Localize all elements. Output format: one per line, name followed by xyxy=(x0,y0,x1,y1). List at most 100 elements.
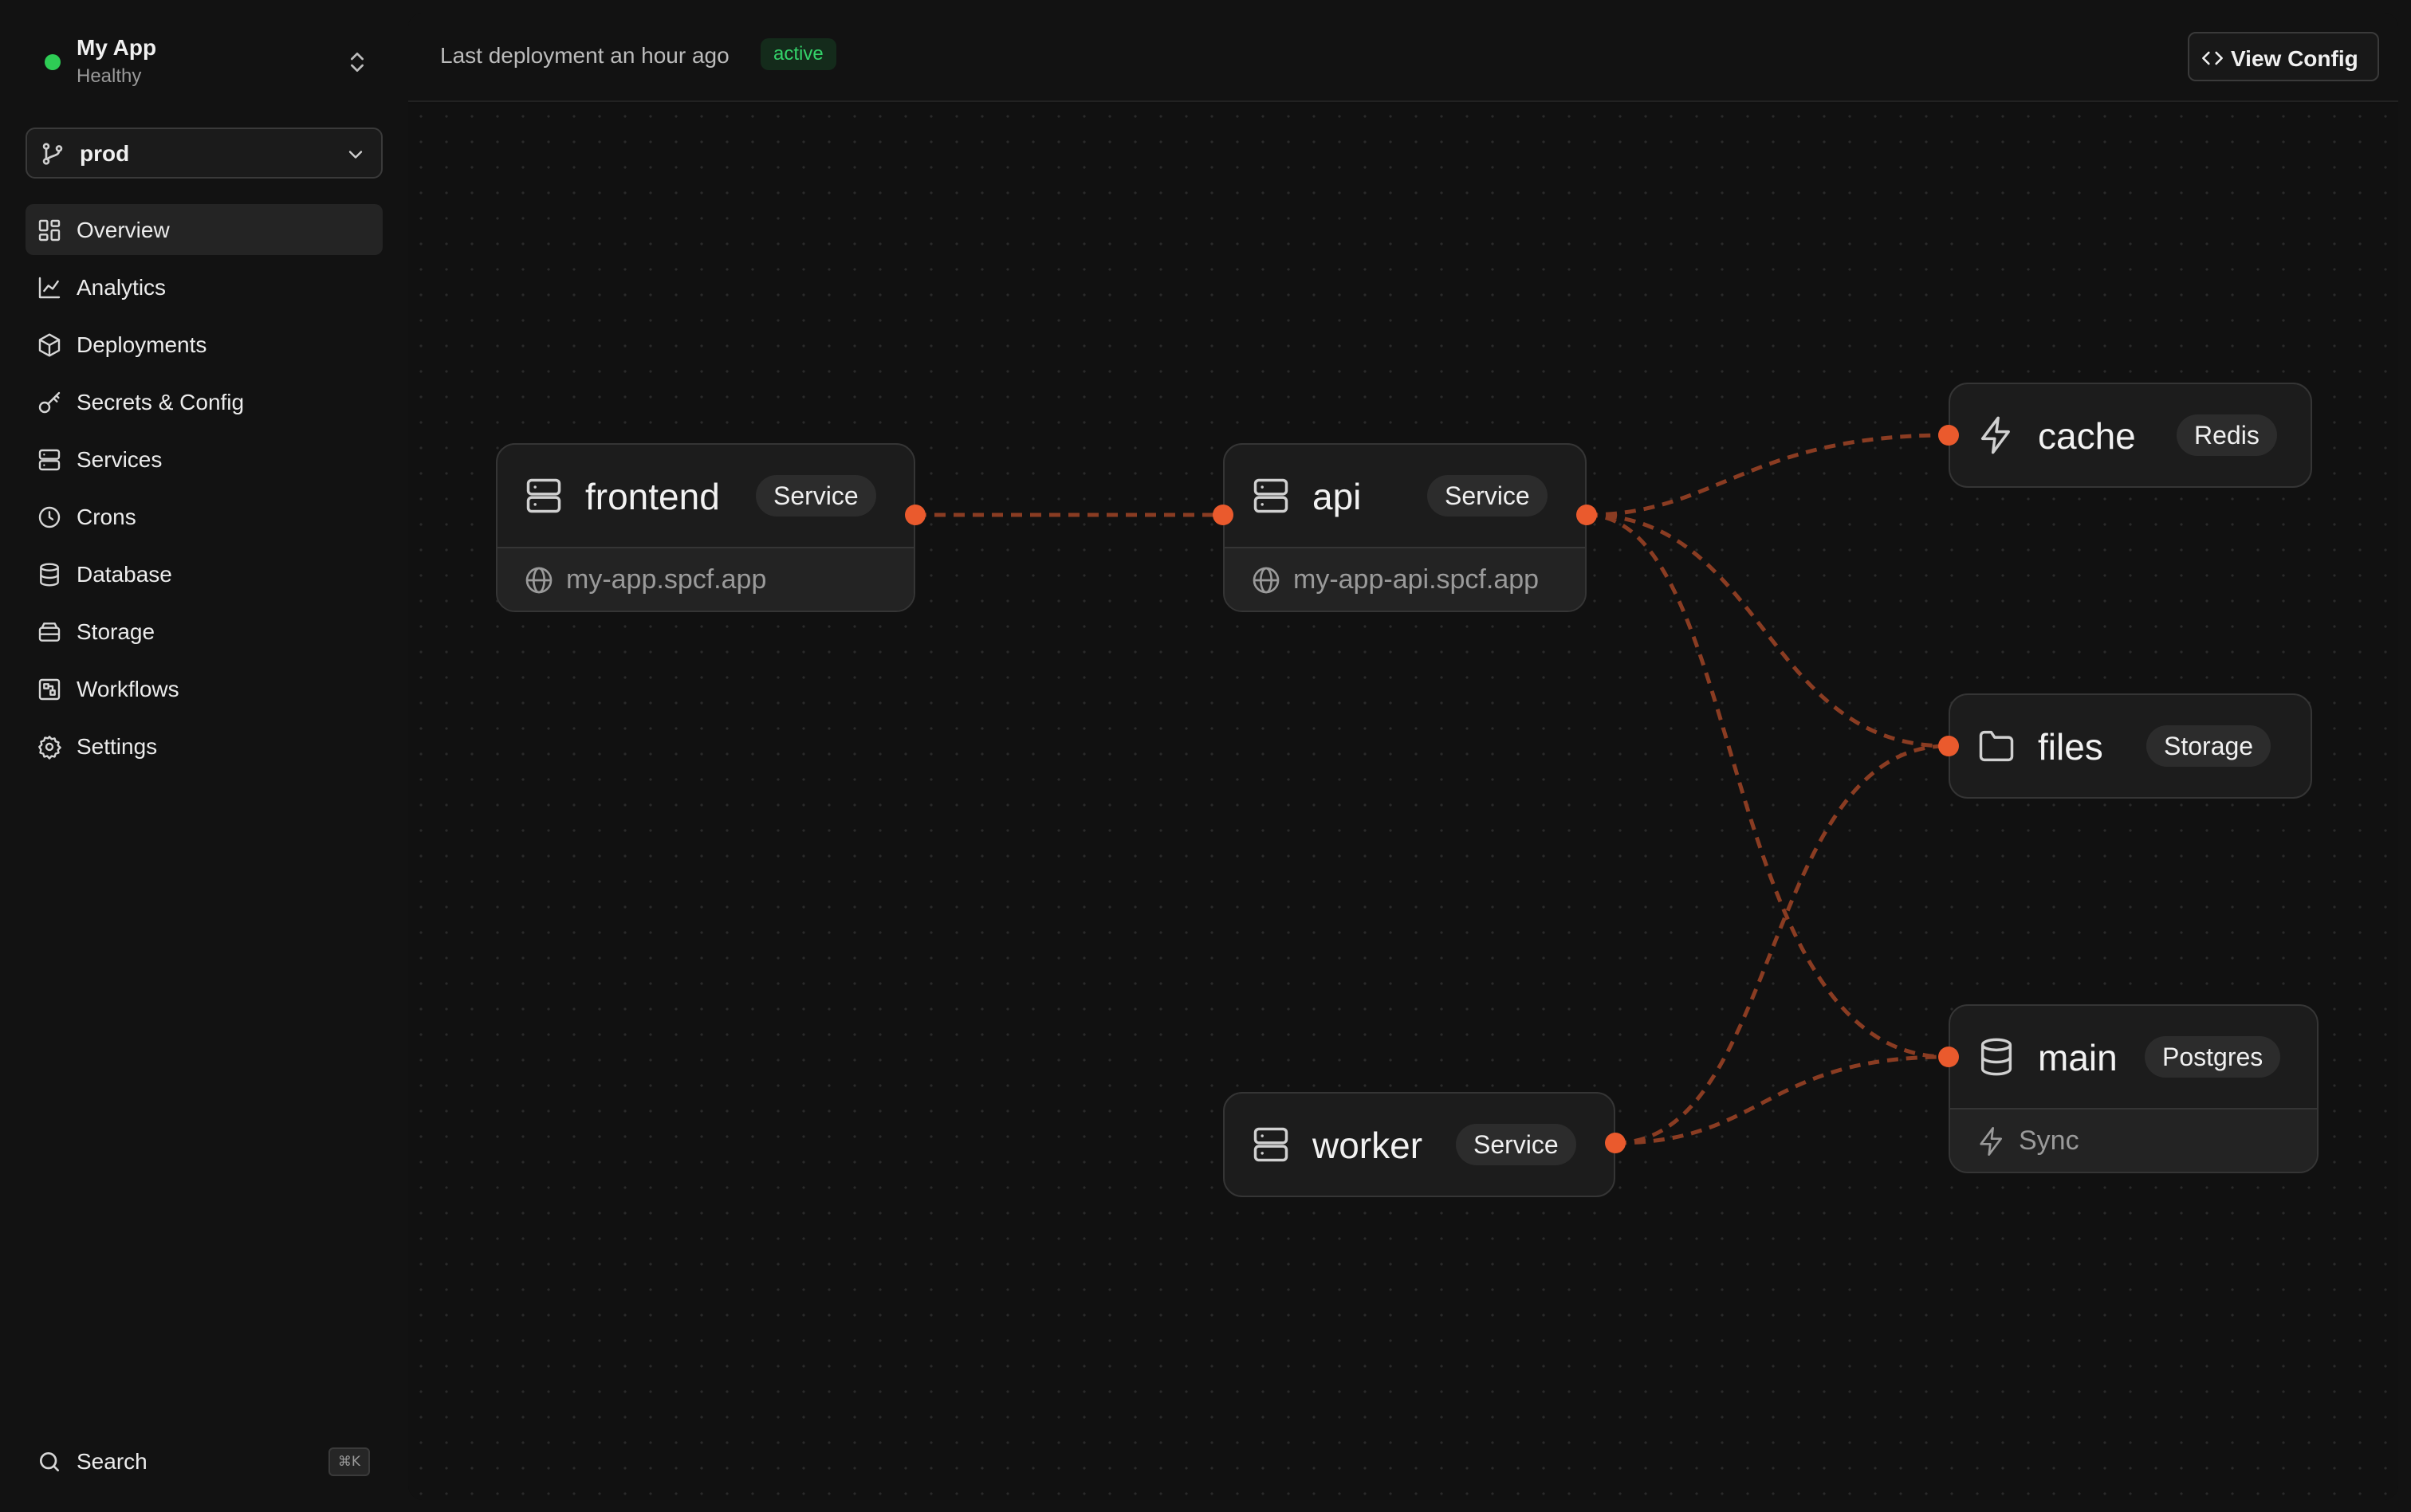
sidebar-item-label: Settings xyxy=(77,734,158,759)
edge-worker-files xyxy=(1615,744,1948,1145)
node-url: my-app-api.spcf.app xyxy=(1293,564,1540,595)
search-button[interactable]: Search ⌘K xyxy=(26,1436,383,1487)
search-label: Search xyxy=(77,1449,147,1474)
environment-select[interactable]: prod xyxy=(26,128,383,179)
app-window: My App Healthy prod Overview Analytics D… xyxy=(0,0,2411,1512)
sidebar-item-database[interactable]: Database xyxy=(26,548,383,599)
top-bar: Last deployment an hour ago active View … xyxy=(408,13,2398,102)
sidebar: My App Healthy prod Overview Analytics D… xyxy=(0,0,407,1512)
clock-icon xyxy=(38,506,61,528)
resource-node-files[interactable]: files Storage xyxy=(1949,693,2312,799)
server-icon xyxy=(526,478,561,513)
sidebar-item-label: Secrets & Config xyxy=(77,390,245,414)
sidebar-item-workflows[interactable]: Workflows xyxy=(26,663,383,714)
node-type-badge: Service xyxy=(1456,1124,1576,1165)
node-header: files Storage xyxy=(1950,695,2311,797)
gear-icon xyxy=(38,736,61,760)
health-status-dot xyxy=(45,54,61,70)
node-header: api Service xyxy=(1225,445,1585,547)
view-config-label: View Config xyxy=(2231,46,2358,71)
node-url-link[interactable]: my-app-api.spcf.app xyxy=(1225,547,1585,611)
node-type-badge: Redis xyxy=(2177,414,2277,456)
node-header: cache Redis xyxy=(1950,384,2311,486)
app-health-status: Healthy xyxy=(77,65,142,87)
node-title: main xyxy=(2038,1037,2118,1078)
status-badge: active xyxy=(761,38,836,70)
sidebar-item-secrets[interactable]: Secrets & Config xyxy=(26,376,383,427)
server-icon xyxy=(1253,1127,1288,1162)
sidebar-item-label: Crons xyxy=(77,505,136,529)
port-cache-in[interactable] xyxy=(1938,425,1959,446)
sidebar-item-overview[interactable]: Overview xyxy=(26,204,383,255)
sidebar-item-label: Overview xyxy=(77,218,170,242)
service-node-frontend[interactable]: frontend Service my-app.spcf.app xyxy=(496,443,915,612)
sidebar-item-label: Services xyxy=(77,447,163,472)
sidebar-item-label: Workflows xyxy=(77,677,179,701)
sidebar-nav: Overview Analytics Deployments Secrets &… xyxy=(26,204,383,778)
port-api-in[interactable] xyxy=(1213,505,1233,525)
environment-label: prod xyxy=(80,141,130,166)
keyboard-shortcut: ⌘K xyxy=(328,1447,370,1476)
edge-api-main xyxy=(1586,513,1948,1059)
sidebar-item-settings[interactable]: Settings xyxy=(26,721,383,772)
chart-icon xyxy=(38,277,61,299)
edge-api-cache xyxy=(1586,433,1948,517)
zap-icon xyxy=(1980,1127,2002,1156)
key-icon xyxy=(38,391,61,414)
connection-lines xyxy=(915,433,1948,1145)
service-node-api[interactable]: api Service my-app-api.spcf.app xyxy=(1223,443,1587,612)
resource-node-main[interactable]: main Postgres Sync xyxy=(1949,1004,2319,1173)
edge-worker-main xyxy=(1615,1054,1948,1145)
server-icon xyxy=(38,449,61,471)
chevron-down-icon xyxy=(348,151,363,159)
port-api-out[interactable] xyxy=(1576,505,1597,525)
node-footer-label: Sync xyxy=(2019,1125,2079,1156)
port-main-in[interactable] xyxy=(1938,1047,1959,1067)
workflow-icon xyxy=(38,678,61,701)
database-icon xyxy=(1980,1038,2012,1076)
node-url-link[interactable]: my-app.spcf.app xyxy=(498,547,914,611)
port-frontend-out[interactable] xyxy=(905,505,926,525)
node-title: files xyxy=(2038,726,2103,768)
server-icon xyxy=(1253,478,1288,513)
node-url: my-app.spcf.app xyxy=(566,564,767,595)
box-icon xyxy=(38,333,61,357)
folder-icon xyxy=(1979,730,2014,762)
sidebar-item-label: Deployments xyxy=(77,332,207,357)
search-icon xyxy=(40,1452,59,1471)
resource-node-cache[interactable]: cache Redis xyxy=(1949,383,2312,488)
globe-icon xyxy=(525,567,553,594)
app-name: My App xyxy=(77,35,157,60)
sidebar-item-analytics[interactable]: Analytics xyxy=(26,261,383,312)
app-switcher[interactable]: My App Healthy xyxy=(24,24,383,100)
node-type-badge: Service xyxy=(1427,475,1548,516)
node-title: api xyxy=(1312,476,1362,517)
service-node-worker[interactable]: worker Service xyxy=(1223,1092,1615,1197)
git-branch-icon xyxy=(42,143,63,165)
node-type-badge: Postgres xyxy=(2145,1036,2281,1078)
node-title: worker xyxy=(1312,1125,1423,1166)
edge-api-files xyxy=(1586,513,1948,748)
chevrons-up-down-icon xyxy=(351,53,364,72)
architecture-canvas[interactable]: frontend Service my-app.spcf.app api Ser… xyxy=(408,104,2398,1500)
node-header: main Postgres xyxy=(1950,1006,2317,1108)
sidebar-item-deployments[interactable]: Deployments xyxy=(26,319,383,370)
port-files-in[interactable] xyxy=(1938,736,1959,756)
node-type-badge: Storage xyxy=(2146,725,2271,767)
code-icon xyxy=(2202,51,2223,65)
view-config-button[interactable]: View Config xyxy=(2188,32,2379,81)
sidebar-item-label: Storage xyxy=(77,619,155,644)
node-type-badge: Service xyxy=(756,475,876,516)
sidebar-item-label: Database xyxy=(77,562,172,587)
sidebar-item-storage[interactable]: Storage xyxy=(26,606,383,657)
last-deployment-text: Last deployment an hour ago xyxy=(440,43,730,68)
dashboard-icon xyxy=(38,219,61,242)
port-worker-out[interactable] xyxy=(1605,1133,1626,1153)
sidebar-item-services[interactable]: Services xyxy=(26,434,383,485)
node-header: frontend Service xyxy=(498,445,914,547)
hard-drive-icon xyxy=(38,622,61,642)
sidebar-item-crons[interactable]: Crons xyxy=(26,491,383,542)
node-sync-action[interactable]: Sync xyxy=(1950,1108,2317,1172)
globe-icon xyxy=(1253,567,1280,594)
node-header: worker Service xyxy=(1225,1094,1614,1196)
